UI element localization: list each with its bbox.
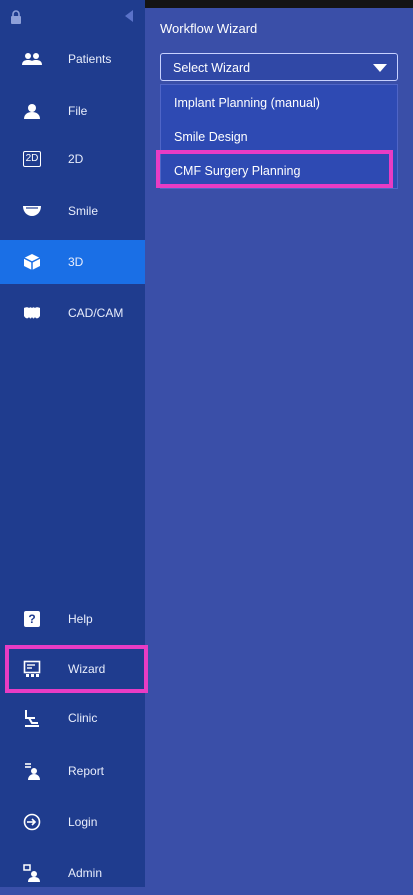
sidebar-item-2d[interactable]: 2D 2D [0,137,145,181]
smile-icon [20,201,44,221]
cadcam-icon [20,303,44,323]
cmf-option-highlight-box [156,150,393,188]
2d-icon: 2D [20,149,44,169]
sidebar-item-label: Clinic [68,711,98,725]
report-icon [20,761,44,781]
sidebar-item-label: Login [68,815,98,829]
sidebar-item-label: Admin [68,866,103,880]
3d-icon [20,252,44,272]
wizard-select[interactable]: Select Wizard [160,53,398,81]
sidebar-item-label: Smile [68,204,99,218]
sidebar-item-admin[interactable]: Admin [0,851,145,895]
help-badge: ? [24,611,40,627]
sidebar-item-report[interactable]: Report [0,749,145,793]
sidebar-item-file[interactable]: File [0,89,145,133]
sidebar-item-label: Patients [68,52,112,66]
chevron-down-icon[interactable] [373,64,387,72]
lock-icon[interactable] [10,10,22,24]
sidebar-item-login[interactable]: Login [0,800,145,844]
workflow-wizard-panel: Workflow Wizard Select Wizard Implant Pl… [145,0,413,887]
file-icon [20,101,44,121]
sidebar-item-label: 2D [68,152,84,166]
collapse-sidebar-icon[interactable] [124,10,134,22]
sidebar-item-label: File [68,104,88,118]
sidebar-item-cadcam[interactable]: CAD/CAM [0,291,145,335]
help-icon: ? [20,609,44,629]
clinic-icon [20,708,44,728]
sidebar-item-label: 3D [68,255,84,269]
sidebar-item-smile[interactable]: Smile [0,189,145,233]
sidebar: Patients File 2D 2D Smile 3D CAD/CAM ? H… [0,0,145,887]
option-smile-design[interactable]: Smile Design [161,120,399,154]
option-implant-planning[interactable]: Implant Planning (manual) [161,86,399,120]
sidebar-item-clinic[interactable]: Clinic [0,696,145,740]
sidebar-item-label: CAD/CAM [68,306,124,320]
sidebar-item-help[interactable]: ? Help [0,597,145,641]
wizard-select-value: Select Wizard [173,61,251,75]
panel-title: Workflow Wizard [160,21,258,36]
sidebar-item-patients[interactable]: Patients [0,37,145,81]
patients-icon [20,49,44,69]
admin-icon [20,863,44,883]
sidebar-item-label: Help [68,612,93,626]
2d-badge: 2D [22,151,42,167]
wizard-highlight-box [5,645,148,693]
sidebar-item-3d[interactable]: 3D [0,240,145,284]
login-icon [20,812,44,832]
sidebar-item-label: Report [68,764,105,778]
sidebar-header [0,0,145,36]
